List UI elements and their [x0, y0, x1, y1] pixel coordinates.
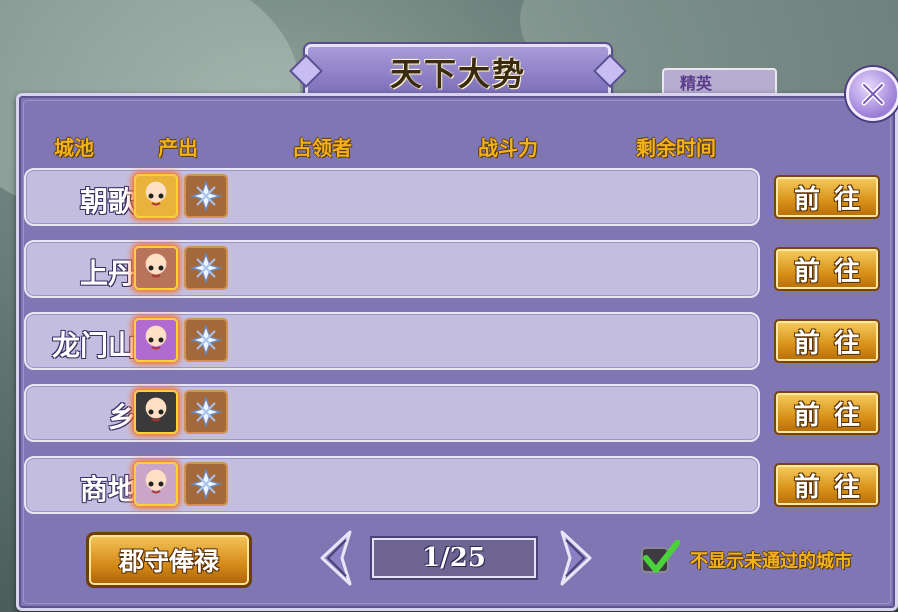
go-button[interactable]: 前往: [774, 463, 880, 507]
city-name: 龙门山: [51, 329, 136, 362]
city-row: 朝歌: [24, 168, 760, 226]
header-city: 城池: [54, 136, 94, 160]
hero-portrait-icon[interactable]: [134, 246, 178, 290]
governor-salary-button[interactable]: 郡守俸禄: [86, 532, 252, 588]
go-button[interactable]: 前往: [774, 391, 880, 435]
filter-label[interactable]: 不显示未通过的城市: [690, 547, 852, 573]
close-button[interactable]: [846, 67, 898, 121]
crystal-icon[interactable]: [184, 174, 228, 218]
city-name: 朝歌: [79, 185, 136, 218]
city-row: 上丹: [24, 240, 760, 298]
hero-portrait-icon[interactable]: [134, 318, 178, 362]
city-name: 商地: [79, 473, 136, 506]
page-indicator: 1/25: [372, 538, 536, 578]
hero-portrait-icon[interactable]: [134, 174, 178, 218]
tab-elite-label: 精英: [680, 74, 713, 93]
city-name: 上丹: [79, 257, 136, 290]
city-name: 乡: [107, 401, 136, 434]
city-row: 商地: [24, 456, 760, 514]
city-row: 乡: [24, 384, 760, 442]
chevron-right-icon[interactable]: [556, 528, 596, 588]
hero-portrait-icon[interactable]: [134, 390, 178, 434]
crystal-icon[interactable]: [184, 462, 228, 506]
go-button[interactable]: 前往: [774, 319, 880, 363]
crystal-icon[interactable]: [184, 246, 228, 290]
page-title: 天下大势: [389, 55, 526, 93]
header-occupier: 占领者: [292, 136, 352, 160]
header-time-left: 剩余时间: [636, 136, 716, 160]
close-icon: [861, 82, 885, 106]
city-row: 龙门山: [24, 312, 760, 370]
header-output: 产出: [158, 136, 198, 160]
chevron-left-icon[interactable]: [316, 528, 356, 588]
title-plate: 天下大势: [305, 44, 611, 100]
go-button[interactable]: 前往: [774, 175, 880, 219]
crystal-icon[interactable]: [184, 390, 228, 434]
hero-portrait-icon[interactable]: [134, 462, 178, 506]
header-power: 战斗力: [478, 136, 538, 160]
go-button[interactable]: 前往: [774, 247, 880, 291]
filter-checkbox[interactable]: [640, 540, 680, 576]
crystal-icon[interactable]: [184, 318, 228, 362]
